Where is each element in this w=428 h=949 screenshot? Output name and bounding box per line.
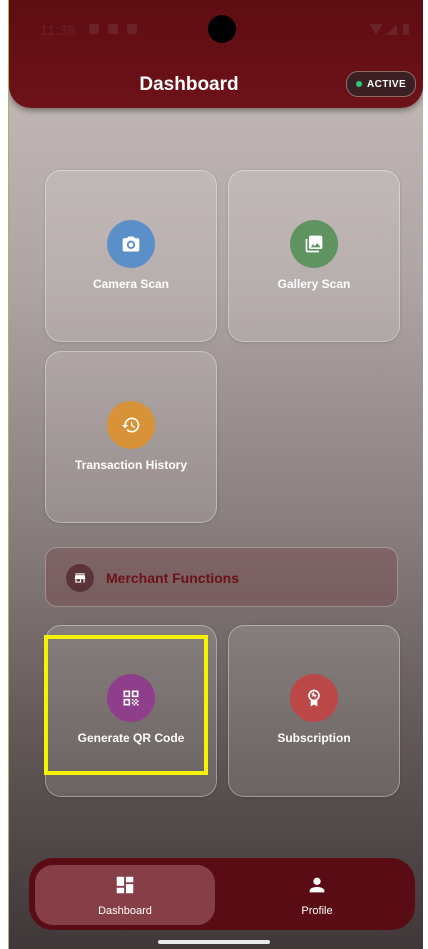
- nav-dashboard[interactable]: Dashboard: [35, 865, 215, 925]
- person-icon: [306, 874, 328, 899]
- front-camera: [208, 15, 236, 43]
- system-icons: [369, 24, 409, 35]
- merchant-functions-section: Merchant Functions: [45, 547, 398, 607]
- active-dot-icon: [356, 81, 362, 87]
- history-icon: [107, 401, 155, 449]
- bottom-navigation: Dashboard Profile: [29, 858, 415, 930]
- signal-icon: [386, 24, 397, 35]
- wifi-icon: [369, 24, 383, 35]
- app-header: 11:38 Dashboard ACTIVE: [9, 0, 423, 108]
- camera-icon: [107, 220, 155, 268]
- gallery-scan-card[interactable]: Gallery Scan: [228, 170, 400, 342]
- transaction-history-label: Transaction History: [74, 458, 188, 472]
- page-title: Dashboard: [139, 74, 239, 95]
- transaction-history-card[interactable]: Transaction History: [45, 351, 217, 523]
- app-screen: 11:38 Dashboard ACTIVE Camera Scan Galle…: [8, 0, 423, 949]
- nav-profile[interactable]: Profile: [227, 865, 407, 925]
- status-time: 11:38: [40, 22, 76, 38]
- award-icon: [290, 674, 338, 722]
- status-badge: ACTIVE: [346, 71, 417, 97]
- subscription-label: Subscription: [277, 731, 351, 745]
- status-bar: 11:38: [9, 0, 423, 60]
- battery-icon: [403, 24, 409, 35]
- image-icon: [290, 220, 338, 268]
- notification-icons: [89, 24, 137, 34]
- store-icon: [66, 564, 94, 592]
- home-indicator[interactable]: [158, 940, 270, 944]
- status-badge-label: ACTIVE: [367, 78, 407, 90]
- nav-dashboard-label: Dashboard: [98, 904, 152, 917]
- merchant-functions-label: Merchant Functions: [106, 570, 240, 586]
- notification-icon: [127, 24, 137, 34]
- highlight-box: [44, 635, 208, 775]
- notification-icon: [89, 24, 99, 34]
- camera-scan-label: Camera Scan: [92, 277, 170, 291]
- dashboard-icon: [114, 874, 136, 899]
- camera-scan-card[interactable]: Camera Scan: [45, 170, 217, 342]
- subscription-card[interactable]: Subscription: [228, 625, 400, 797]
- sim-icon: [108, 24, 118, 34]
- gallery-scan-label: Gallery Scan: [277, 277, 351, 291]
- nav-profile-label: Profile: [301, 904, 333, 917]
